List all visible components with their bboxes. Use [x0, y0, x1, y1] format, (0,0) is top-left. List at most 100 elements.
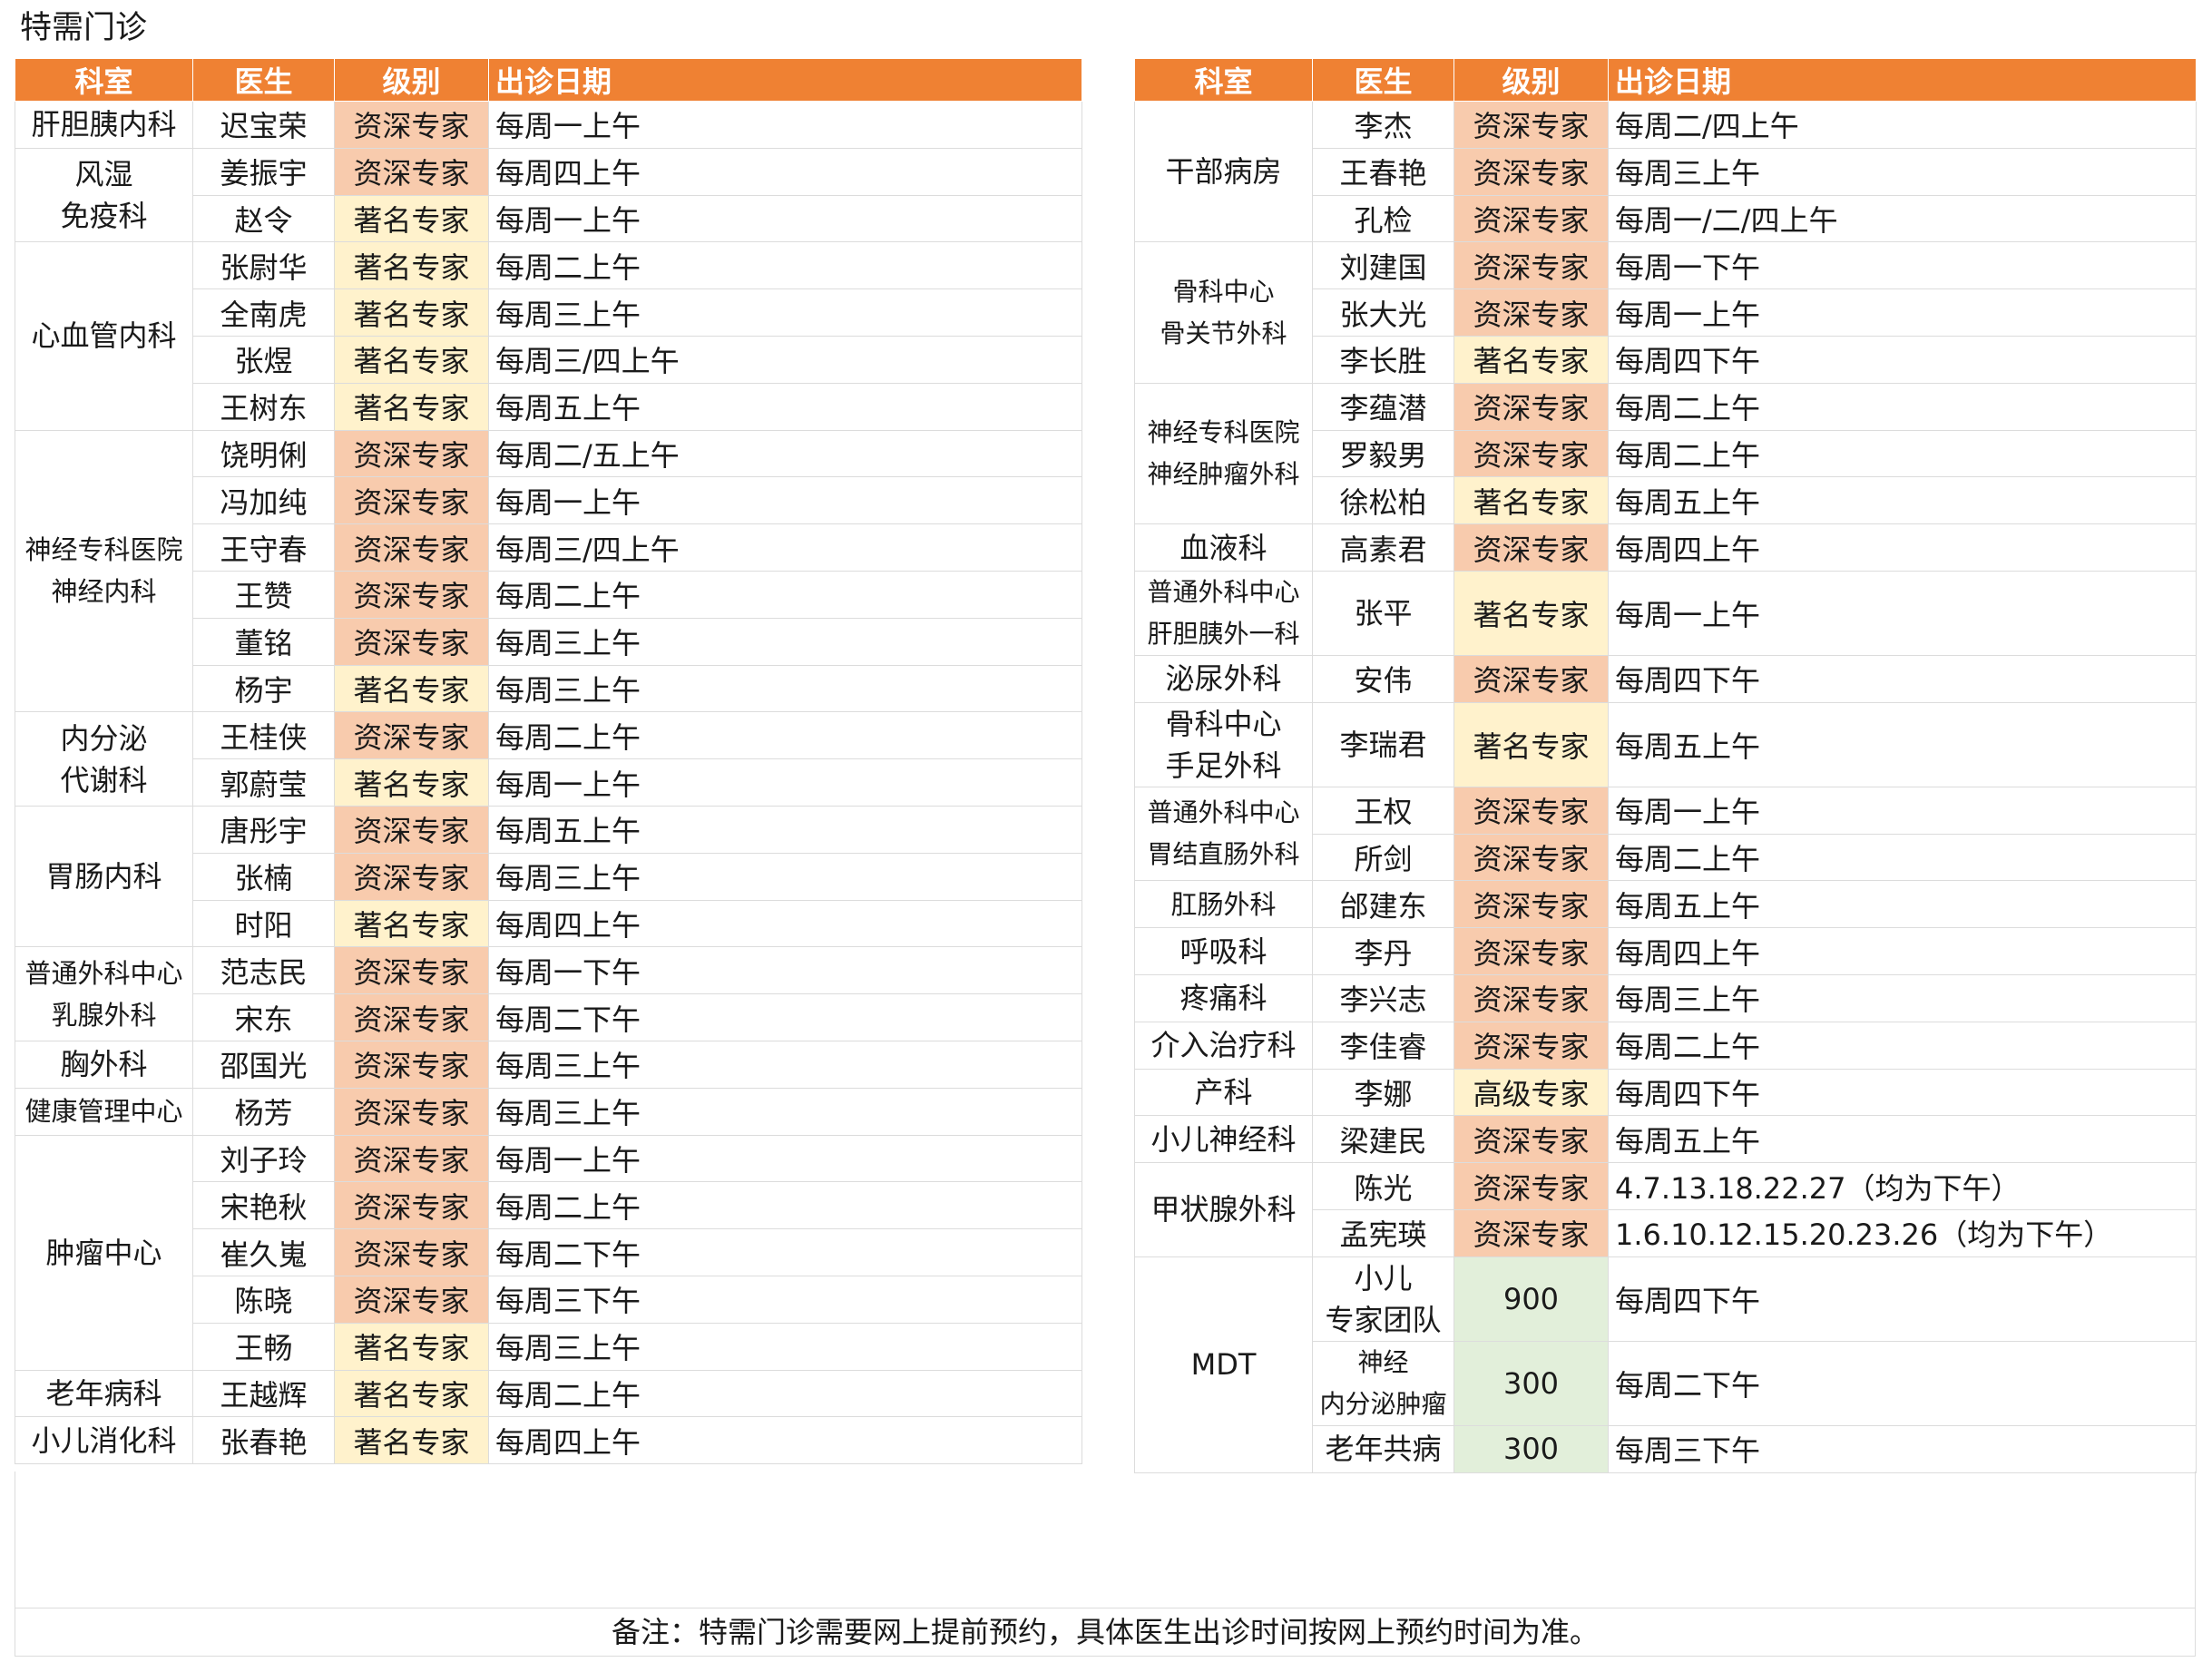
date-cell: 每周三上午	[488, 664, 1082, 713]
doctor-cell: 李佳睿	[1312, 1021, 1454, 1070]
level-cell: 资深专家	[334, 993, 489, 1041]
header-date: 出诊日期	[1608, 58, 2197, 102]
level-cell: 著名专家	[334, 1369, 489, 1418]
date-cell: 每周一上午	[1608, 288, 2197, 337]
level-cell: 资深专家	[1453, 241, 1609, 290]
date-cell: 4.7.13.18.22.27（均为下午）	[1608, 1162, 2197, 1210]
dept-cell: 胸外科	[15, 1040, 193, 1089]
doctor-cell: 高素君	[1312, 523, 1454, 572]
table-header-row: 科室 医生 级别 出诊日期	[15, 58, 1082, 102]
doctor-cell: 张尉华	[192, 241, 335, 290]
level-cell: 资深专家	[1453, 1021, 1609, 1070]
dept-cell: 介入治疗科	[1134, 1021, 1313, 1070]
level-cell: 资深专家	[334, 523, 489, 572]
level-cell: 著名专家	[1453, 701, 1609, 787]
doctor-cell: 唐彤宇	[192, 805, 335, 854]
doctor-cell: 王越辉	[192, 1369, 335, 1418]
table-row: 胸外科 邵国光 资深专家 每周三上午	[15, 1040, 1082, 1089]
doctor-cell: 孟宪瑛	[1312, 1208, 1454, 1257]
doctor-cell: 李长胜	[1312, 335, 1454, 384]
footer-note: 备注：特需门诊需要网上提前预约，具体医生出诊时间按网上预约时间为准。	[15, 1608, 2196, 1657]
level-cell: 著名专家	[1453, 570, 1609, 656]
level-cell: 资深专家	[334, 570, 489, 619]
table-row: 小儿神经科 梁建民 资深专家 每周五上午	[1134, 1115, 2197, 1164]
table-row: 甲状腺外科 陈光 资深专家 4.7.13.18.22.27（均为下午）	[1134, 1162, 2197, 1257]
doctor-cell: 神经 内分泌肿瘤	[1312, 1340, 1454, 1426]
level-cell: 资深专家	[1453, 833, 1609, 882]
level-cell: 资深专家	[334, 1040, 489, 1089]
level-cell: 著名专家	[1453, 335, 1609, 384]
date-cell: 每周三上午	[488, 617, 1082, 666]
level-cell: 300	[1453, 1340, 1609, 1426]
level-cell: 资深专家	[1453, 194, 1609, 243]
date-cell: 每周三上午	[488, 288, 1082, 337]
table-row: 老年病科 王越辉 著名专家 每周二上午	[15, 1369, 1082, 1418]
date-cell: 每周二上午	[488, 241, 1082, 290]
table-row: 骨科中心 骨关节外科 刘建国 资深专家 每周一下午	[1134, 241, 2197, 384]
doctor-cell: 李瑞君	[1312, 701, 1454, 787]
dept-cell: 内分泌 代谢科	[15, 711, 193, 807]
dept-cell: 胃肠内科	[15, 805, 193, 948]
date-cell: 每周一/二/四上午	[1608, 194, 2197, 243]
table-row: 产科 李娜 高级专家 每周四下午	[1134, 1068, 2197, 1117]
level-cell: 资深专家	[334, 1134, 489, 1183]
date-cell: 每周二上午	[1608, 429, 2197, 478]
dept-cell: 神经专科医院 神经内科	[15, 429, 193, 713]
level-cell: 著名专家	[334, 241, 489, 290]
table-row: 干部病房 李杰 资深专家 每周二/四上午	[1134, 100, 2197, 243]
doctor-cell: 张春艳	[192, 1416, 335, 1465]
table-row: 介入治疗科 李佳睿 资深专家 每周二上午	[1134, 1021, 2197, 1070]
level-cell: 高级专家	[1453, 1068, 1609, 1117]
date-cell: 每周四下午	[1608, 1256, 2197, 1342]
level-cell: 资深专家	[1453, 1208, 1609, 1257]
page-title: 特需门诊	[20, 10, 148, 46]
dept-cell: 普通外科中心 肝胆胰外一科	[1134, 570, 1313, 656]
table-row: 肿瘤中心 刘子玲 资深专家 每周一上午	[15, 1134, 1082, 1371]
date-cell: 每周一下午	[488, 946, 1082, 995]
doctor-cell: 刘建国	[1312, 241, 1454, 290]
dept-cell: 风湿 免疫科	[15, 147, 193, 243]
dept-cell: 甲状腺外科	[1134, 1162, 1313, 1257]
doctor-cell: 王守春	[192, 523, 335, 572]
date-cell: 每周二下午	[488, 993, 1082, 1041]
date-cell: 每周二上午	[488, 1369, 1082, 1418]
date-cell: 每周五上午	[1608, 476, 2197, 525]
date-cell: 每周五上午	[1608, 1115, 2197, 1164]
date-cell: 每周四上午	[488, 899, 1082, 948]
dept-cell: 干部病房	[1134, 100, 1313, 243]
table-row: 神经专科医院 神经内科 饶明俐 资深专家 每周二/五上午	[15, 429, 1082, 713]
level-cell: 资深专家	[334, 1087, 489, 1136]
dept-cell: 产科	[1134, 1068, 1313, 1117]
doctor-cell: 迟宝荣	[192, 101, 335, 149]
doctor-cell: 王权	[1312, 786, 1454, 835]
date-cell: 每周三下午	[488, 1275, 1082, 1324]
level-cell: 资深专家	[334, 1228, 489, 1276]
doctor-cell: 刘子玲	[192, 1134, 335, 1183]
doctor-cell: 李蕴潜	[1312, 382, 1454, 431]
level-cell: 资深专家	[1453, 382, 1609, 431]
doctor-cell: 董铭	[192, 617, 335, 666]
dept-cell: 骨科中心 骨关节外科	[1134, 241, 1313, 384]
doctor-cell: 王桂侠	[192, 711, 335, 760]
level-cell: 资深专家	[1453, 880, 1609, 929]
doctor-cell: 李娜	[1312, 1068, 1454, 1117]
level-cell: 资深专家	[334, 429, 489, 478]
doctor-cell: 李兴志	[1312, 973, 1454, 1022]
level-cell: 资深专家	[334, 617, 489, 666]
doctor-cell: 徐松柏	[1312, 476, 1454, 525]
dept-cell: 肛肠外科	[1134, 880, 1313, 929]
doctor-cell: 邰建东	[1312, 880, 1454, 929]
schedule-table-right: 科室 医生 级别 出诊日期 干部病房 李杰 资深专家 每周二/四上午 王春艳 资深专家 每周…	[1134, 58, 2197, 1473]
date-cell: 每周四下午	[1608, 654, 2197, 703]
table-row: 肝胆胰内科 迟宝荣 资深专家 每周一上午	[15, 101, 1082, 149]
dept-cell: 泌尿外科	[1134, 654, 1313, 703]
doctor-cell: 宋艳秋	[192, 1181, 335, 1230]
date-cell: 每周二下午	[1608, 1340, 2197, 1426]
date-cell: 每周二上午	[1608, 1021, 2197, 1070]
date-cell: 每周二下午	[488, 1228, 1082, 1276]
table-row: 胃肠内科 唐彤宇 资深专家 每周五上午	[15, 805, 1082, 948]
table-row: 普通外科中心 胃结直肠外科 王权 资深专家 每周一上午	[1134, 786, 2197, 882]
dept-cell: 小儿神经科	[1134, 1115, 1313, 1164]
date-cell: 每周五上午	[488, 805, 1082, 854]
level-cell: 著名专家	[334, 899, 489, 948]
